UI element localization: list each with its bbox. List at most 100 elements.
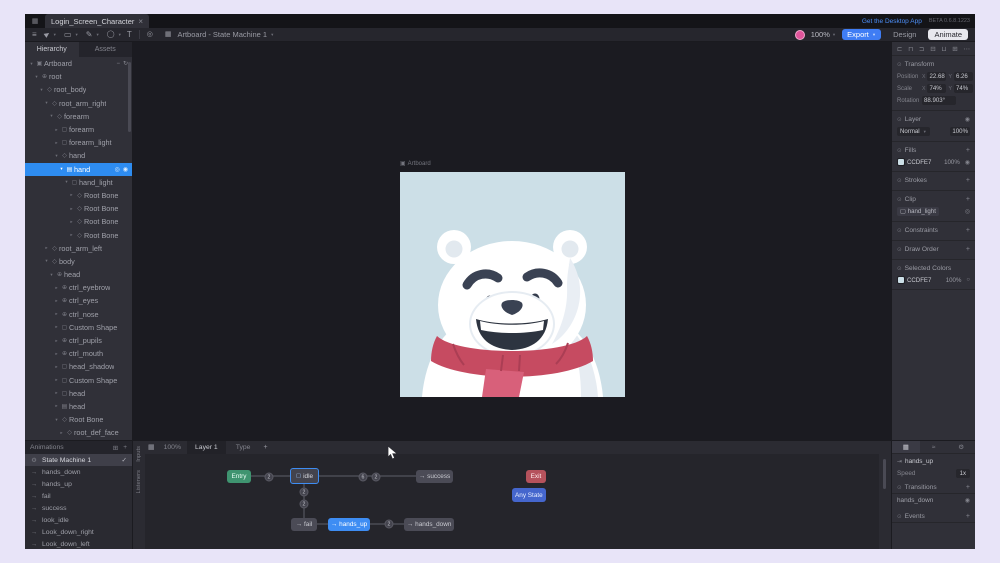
- tree-item-hand[interactable]: ▾ ▤ hand ◎ ◉: [25, 162, 132, 176]
- tree-item-forearm[interactable]: ▸ ▢ forearm: [25, 123, 132, 136]
- add-layer-icon[interactable]: +: [260, 441, 270, 455]
- add-draw-order-icon[interactable]: +: [966, 246, 970, 253]
- caret-right-icon[interactable]: ▸: [68, 192, 75, 198]
- design-mode-button[interactable]: Design: [887, 29, 922, 40]
- animation-item-success[interactable]: → success: [25, 502, 132, 514]
- caret-right-icon[interactable]: ▸: [43, 245, 50, 251]
- align-bottom-icon[interactable]: ⊞: [952, 45, 957, 53]
- graph-view-icon[interactable]: ▦: [145, 441, 158, 455]
- transition-duration-badge[interactable]: 6: [358, 472, 368, 482]
- caret-down-icon[interactable]: ▾: [53, 153, 60, 159]
- chevron-down-icon[interactable]: ▾: [872, 32, 876, 38]
- caret-down-icon[interactable]: ▾: [63, 179, 70, 185]
- tree-item-custom-shape[interactable]: ▸ ▢ Custom Shape: [25, 374, 132, 387]
- fill-visibility-eye-icon[interactable]: ◉: [965, 159, 970, 166]
- animation-item-hands-down[interactable]: → hands_down: [25, 466, 132, 478]
- tree-item-hand-light[interactable]: ▾ ▢ hand_light: [25, 176, 132, 189]
- fill-color-swatch[interactable]: [897, 158, 905, 166]
- tree-item-forearm-light[interactable]: ▸ ▢ forearm_light: [25, 136, 132, 149]
- tree-item-head-shadow[interactable]: ▸ ▢ head_shadow: [25, 360, 132, 373]
- layer-visibility-eye-icon[interactable]: ◉: [965, 116, 970, 123]
- section-bullet-icon[interactable]: ⊙: [897, 178, 902, 184]
- tree-item-ctrl-mouth[interactable]: ▸ ⊕ ctrl_mouth: [25, 347, 132, 360]
- caret-right-icon[interactable]: ▸: [53, 324, 60, 330]
- options-view-icon[interactable]: ⚙: [947, 441, 975, 453]
- caret-down-icon[interactable]: ▾: [58, 166, 65, 172]
- align-center-vertical-icon[interactable]: ⊔: [941, 45, 946, 53]
- position-x-input[interactable]: 22.68: [927, 72, 947, 81]
- caret-right-icon[interactable]: ▸: [53, 140, 60, 146]
- add-transition-icon[interactable]: +: [966, 484, 970, 491]
- transition-item-hands-down[interactable]: hands_down ◉: [892, 494, 975, 507]
- tab-hierarchy[interactable]: Hierarchy: [25, 42, 79, 57]
- caret-right-icon[interactable]: ▸: [53, 127, 60, 133]
- state-node-fail[interactable]: → fail: [291, 518, 317, 531]
- tree-item-root-bone[interactable]: ▾ ◇ Root Bone: [25, 413, 132, 426]
- tree-item-head[interactable]: ▸ ▢ head: [25, 387, 132, 400]
- color-loop-icon[interactable]: ○: [966, 277, 970, 283]
- caret-right-icon[interactable]: ▸: [53, 403, 60, 409]
- caret-down-icon[interactable]: ▾: [48, 272, 55, 278]
- text-tool-icon[interactable]: T: [124, 28, 135, 42]
- align-left-icon[interactable]: ⊏: [897, 45, 902, 53]
- tree-item-root-bone[interactable]: ▸ ◇ Root Bone: [25, 215, 132, 228]
- animation-item-look-down-right[interactable]: → Look_down_right: [25, 526, 132, 538]
- scale-y-input[interactable]: 74%: [953, 84, 973, 93]
- hamburger-menu-icon[interactable]: ≡: [29, 28, 40, 42]
- artboard-header[interactable]: ▣ Artboard: [400, 160, 431, 168]
- state-timeline-row[interactable]: ⇥ hands_up: [892, 454, 975, 465]
- state-node-idle[interactable]: ▢ idle: [290, 468, 319, 484]
- tab-inputs[interactable]: Inputs: [136, 446, 142, 462]
- state-node-any-state[interactable]: Any State: [512, 488, 546, 502]
- tab-layer-1[interactable]: Layer 1: [187, 441, 226, 454]
- avatar[interactable]: [794, 29, 805, 40]
- app-menu-icon[interactable]: ▦: [25, 17, 45, 25]
- curves-view-icon[interactable]: ≈: [920, 441, 948, 453]
- caret-right-icon[interactable]: ▸: [68, 219, 75, 225]
- tree-item-root-arm-right[interactable]: ▾ ◇ root_arm_right: [25, 97, 132, 110]
- graph-scrollbar[interactable]: [883, 459, 886, 489]
- tree-item-hand[interactable]: ▾ ◇ hand: [25, 149, 132, 162]
- animation-item-hands-up[interactable]: → hands_up: [25, 478, 132, 490]
- caret-right-icon[interactable]: ▸: [58, 430, 65, 436]
- section-bullet-icon[interactable]: ⊙: [897, 485, 902, 491]
- stage-canvas[interactable]: ▣ Artboard: [133, 42, 891, 440]
- tab-type[interactable]: Type: [228, 441, 259, 454]
- caret-down-icon[interactable]: ▾: [53, 417, 60, 423]
- tree-item-head[interactable]: ▾ ⊕ head: [25, 268, 132, 281]
- transition-duration-badge[interactable]: 2: [384, 519, 394, 529]
- tree-item-root-bone[interactable]: ▸ ◇ Root Bone: [25, 202, 132, 215]
- state-node-success[interactable]: → success: [416, 470, 454, 483]
- fill-color-hex[interactable]: CCDFE7: [907, 159, 931, 166]
- caret-right-icon[interactable]: ▸: [53, 298, 60, 304]
- transition-duration-badge[interactable]: 2: [299, 499, 309, 509]
- new-folder-icon[interactable]: ⊞: [113, 444, 118, 452]
- caret-down-icon[interactable]: ▾: [28, 61, 35, 67]
- align-top-icon[interactable]: ⊟: [930, 45, 935, 53]
- state-node-hands-up[interactable]: → hands_up: [328, 518, 371, 531]
- tree-item-custom-shape[interactable]: ▸ ▢ Custom Shape: [25, 321, 132, 334]
- align-right-icon[interactable]: ⊐: [919, 45, 924, 53]
- add-animation-icon[interactable]: +: [123, 444, 127, 452]
- caret-right-icon[interactable]: ▸: [68, 232, 75, 238]
- tab-assets[interactable]: Assets: [79, 42, 133, 57]
- pen-tool[interactable]: ✎ ▾: [81, 28, 102, 42]
- solo-icon[interactable]: ◎: [115, 166, 120, 173]
- more-options-icon[interactable]: ⋯: [963, 45, 970, 53]
- add-clip-icon[interactable]: +: [966, 196, 970, 203]
- section-bullet-icon[interactable]: ⊙: [897, 514, 902, 520]
- tree-item-head[interactable]: ▸ ▤ head: [25, 400, 132, 413]
- state-graph[interactable]: Entry ▢ idle → success Exit Any State → fail → …: [133, 441, 891, 549]
- layer-opacity-input[interactable]: 100%: [950, 127, 970, 136]
- position-y-input[interactable]: 6.26: [953, 72, 973, 81]
- caret-right-icon[interactable]: ▸: [53, 364, 60, 370]
- chevron-down-icon[interactable]: ▾: [95, 32, 99, 38]
- tree-item-root[interactable]: ▾ ⊕ root: [25, 70, 132, 83]
- caret-down-icon[interactable]: ▾: [43, 258, 50, 264]
- caret-right-icon[interactable]: ▸: [53, 390, 60, 396]
- tree-scrollbar[interactable]: [128, 62, 131, 132]
- timeline-view-icon[interactable]: ▦: [892, 441, 920, 453]
- caret-right-icon[interactable]: ▸: [53, 338, 60, 344]
- shape-tool[interactable]: ◯ ▾: [102, 28, 124, 42]
- desktop-app-link[interactable]: Get the Desktop App: [862, 18, 922, 25]
